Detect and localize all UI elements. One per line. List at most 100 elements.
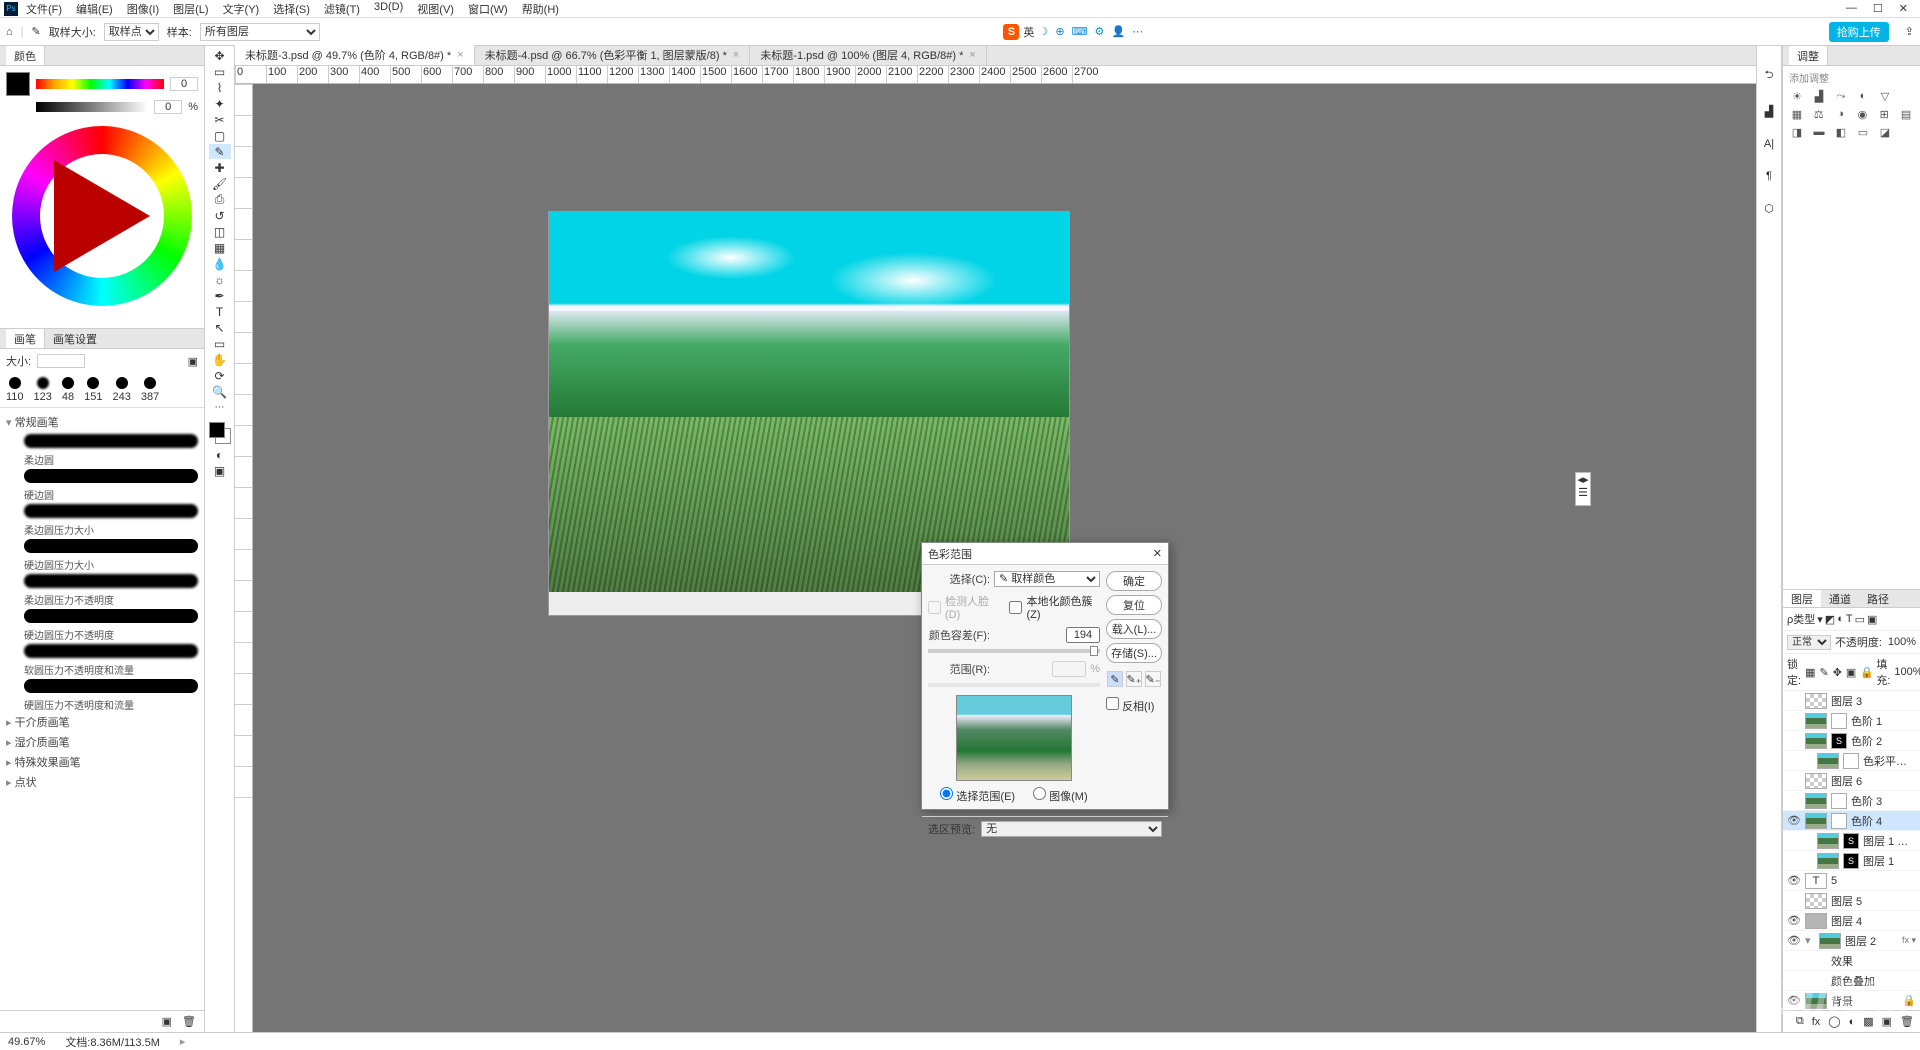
lock-trans-icon[interactable]: ▦ <box>1805 666 1815 679</box>
tab-close-icon[interactable]: × <box>457 49 463 61</box>
fill-value[interactable]: 100% <box>1894 666 1920 678</box>
foreground-swatch[interactable] <box>6 72 30 96</box>
adj-posterize-icon[interactable]: ▬ <box>1811 125 1827 139</box>
adj-photo-filter-icon[interactable]: ◉ <box>1854 107 1870 121</box>
layer-row[interactable]: 效果 <box>1783 951 1920 971</box>
layer-row[interactable]: 图层 5 <box>1783 891 1920 911</box>
adj-selective-icon[interactable]: ◪ <box>1877 125 1893 139</box>
preview-select[interactable]: 无 <box>981 821 1162 837</box>
healing-tool[interactable]: ✚ <box>209 160 231 175</box>
localized-checkbox[interactable] <box>1009 601 1022 614</box>
menu-view[interactable]: 视图(V) <box>417 1 454 17</box>
eyedropper-tool[interactable]: ✎ <box>209 144 231 159</box>
type-tool[interactable]: T <box>209 304 231 319</box>
rotate-view-tool[interactable]: ⟳ <box>209 368 231 383</box>
collapsed-3d-icon[interactable]: ⬡ <box>1764 202 1774 215</box>
layer-row[interactable]: S图层 1 拷贝 <box>1783 831 1920 851</box>
brush-item[interactable]: 硬边圆压力不透明度 <box>24 627 198 642</box>
adj-lookup-icon[interactable]: ▤ <box>1898 107 1914 121</box>
hue-slider[interactable] <box>36 79 164 89</box>
lasso-tool[interactable]: ⌇ <box>209 80 231 95</box>
sogou-ime-icon[interactable]: S <box>1003 24 1019 40</box>
new-adjust-icon[interactable]: ◐ <box>1849 1016 1856 1028</box>
menu-file[interactable]: 文件(F) <box>26 1 62 17</box>
new-layer-icon[interactable]: ▣ <box>1882 1015 1892 1028</box>
layer-row[interactable]: 图层 3 <box>1783 691 1920 711</box>
brush-group[interactable]: 特殊效果画笔 <box>6 752 198 772</box>
adj-mixer-icon[interactable]: ⊞ <box>1876 107 1892 121</box>
document-tab[interactable]: 未标题-1.psd @ 100% (图层 4, RGB/8#) *× <box>750 45 987 65</box>
layers-tab[interactable]: 图层 <box>1783 590 1821 607</box>
lock-artboard-icon[interactable]: ▣ <box>1846 666 1856 679</box>
filter-adjust-icon[interactable]: ◐ <box>1837 613 1844 625</box>
brush-size-input[interactable] <box>37 354 85 368</box>
visibility-icon[interactable]: 👁 <box>1787 914 1801 927</box>
brush-tool[interactable]: 🖌 <box>209 176 231 191</box>
adj-vibrance-icon[interactable]: ▽ <box>1877 89 1893 103</box>
adj-threshold-icon[interactable]: ◧ <box>1833 125 1849 139</box>
frame-tool[interactable]: ▢ <box>209 128 231 143</box>
tab-close-icon[interactable]: × <box>969 49 975 61</box>
zoom-value[interactable]: 49.67% <box>8 1036 45 1048</box>
sample-size-select[interactable]: 取样点 <box>104 23 159 41</box>
color-swatches[interactable] <box>207 420 233 446</box>
brush-item[interactable]: 硬边圆 <box>24 487 198 502</box>
radio-selection[interactable]: 选择范围(E) <box>940 787 1015 804</box>
blend-mode-select[interactable]: 正常 <box>1787 635 1831 650</box>
adj-levels-icon[interactable]: ▟ <box>1811 89 1827 103</box>
document-tab[interactable]: 未标题-4.psd @ 66.7% (色彩平衡 1, 图层蒙版/8) *× <box>475 45 751 65</box>
layer-row[interactable]: 图层 6 <box>1783 771 1920 791</box>
layer-fx-icon[interactable]: fx <box>1812 1016 1821 1028</box>
eyedropper-add-icon[interactable]: ✎₊ <box>1126 671 1142 687</box>
eyedropper-sample-icon[interactable]: ✎ <box>1107 671 1123 687</box>
color-triangle[interactable] <box>54 160 150 272</box>
quick-mask-icon[interactable]: ◐ <box>209 447 231 462</box>
layer-row[interactable]: 色阶 1 <box>1783 711 1920 731</box>
menu-help[interactable]: 帮助(H) <box>522 1 559 17</box>
filter-type-icon[interactable]: T <box>1846 613 1853 625</box>
floating-ruler-widget[interactable]: ◂▸☰ <box>1575 472 1591 506</box>
menu-3d[interactable]: 3D(D) <box>374 1 403 17</box>
brush-group[interactable]: 干介质画笔 <box>6 712 198 732</box>
filter-pixel-icon[interactable]: ◩ <box>1825 613 1835 626</box>
layer-row[interactable]: 👁图层 4 <box>1783 911 1920 931</box>
ime-lang[interactable]: 英 <box>1023 24 1034 40</box>
brush-item[interactable]: 柔边圆压力大小 <box>24 522 198 537</box>
sat-value[interactable]: 0 <box>154 100 182 114</box>
adj-balance-icon[interactable]: ⚖ <box>1811 107 1827 121</box>
window-minimize[interactable]: — <box>1846 2 1857 15</box>
window-close[interactable]: ✕ <box>1899 2 1908 15</box>
layer-row[interactable]: 👁背景🔒 <box>1783 991 1920 1010</box>
dodge-tool[interactable]: ☼ <box>209 272 231 287</box>
layer-row[interactable]: 颜色叠加 <box>1783 971 1920 991</box>
reset-button[interactable]: 复位 <box>1106 595 1162 615</box>
lock-pos-icon[interactable]: ✥ <box>1833 666 1842 679</box>
sat-slider[interactable] <box>36 102 148 112</box>
path-select-tool[interactable]: ↖ <box>209 320 231 335</box>
pen-tool[interactable]: ✒ <box>209 288 231 303</box>
tab-close-icon[interactable]: × <box>733 49 739 61</box>
lock-all-icon[interactable]: 🔒 <box>1860 666 1872 679</box>
visibility-icon[interactable]: 👁 <box>1787 994 1801 1007</box>
fuzziness-slider[interactable] <box>928 649 1100 653</box>
collapsed-history-icon[interactable]: ⮌ <box>1765 66 1774 85</box>
brush-group[interactable]: 点状 <box>6 772 198 792</box>
invert-checkbox[interactable]: 反相(I) <box>1106 697 1162 714</box>
delete-brush-icon[interactable]: 🗑 <box>182 1015 196 1028</box>
upload-button[interactable]: 抢购上传 <box>1829 22 1889 42</box>
menu-edit[interactable]: 编辑(E) <box>76 1 113 17</box>
move-tool[interactable]: ✥ <box>209 48 231 63</box>
menu-window[interactable]: 窗口(W) <box>468 1 508 17</box>
layer-mask-icon[interactable]: ◯ <box>1828 1015 1840 1028</box>
menu-layer[interactable]: 图层(L) <box>173 1 208 17</box>
visibility-icon[interactable]: 👁 <box>1787 934 1801 947</box>
blur-tool[interactable]: 💧 <box>209 256 231 271</box>
layer-row[interactable]: 👁T5 <box>1783 871 1920 891</box>
brush-item[interactable]: 柔边圆压力不透明度 <box>24 592 198 607</box>
dialog-close-icon[interactable]: ✕ <box>1153 547 1162 560</box>
filter-shape-icon[interactable]: ▭ <box>1855 613 1865 626</box>
brush-item[interactable]: 硬边圆压力大小 <box>24 557 198 572</box>
screen-mode-icon[interactable]: ▣ <box>209 463 231 478</box>
layer-row[interactable]: S图层 1 <box>1783 851 1920 871</box>
gradient-tool[interactable]: ▦ <box>209 240 231 255</box>
